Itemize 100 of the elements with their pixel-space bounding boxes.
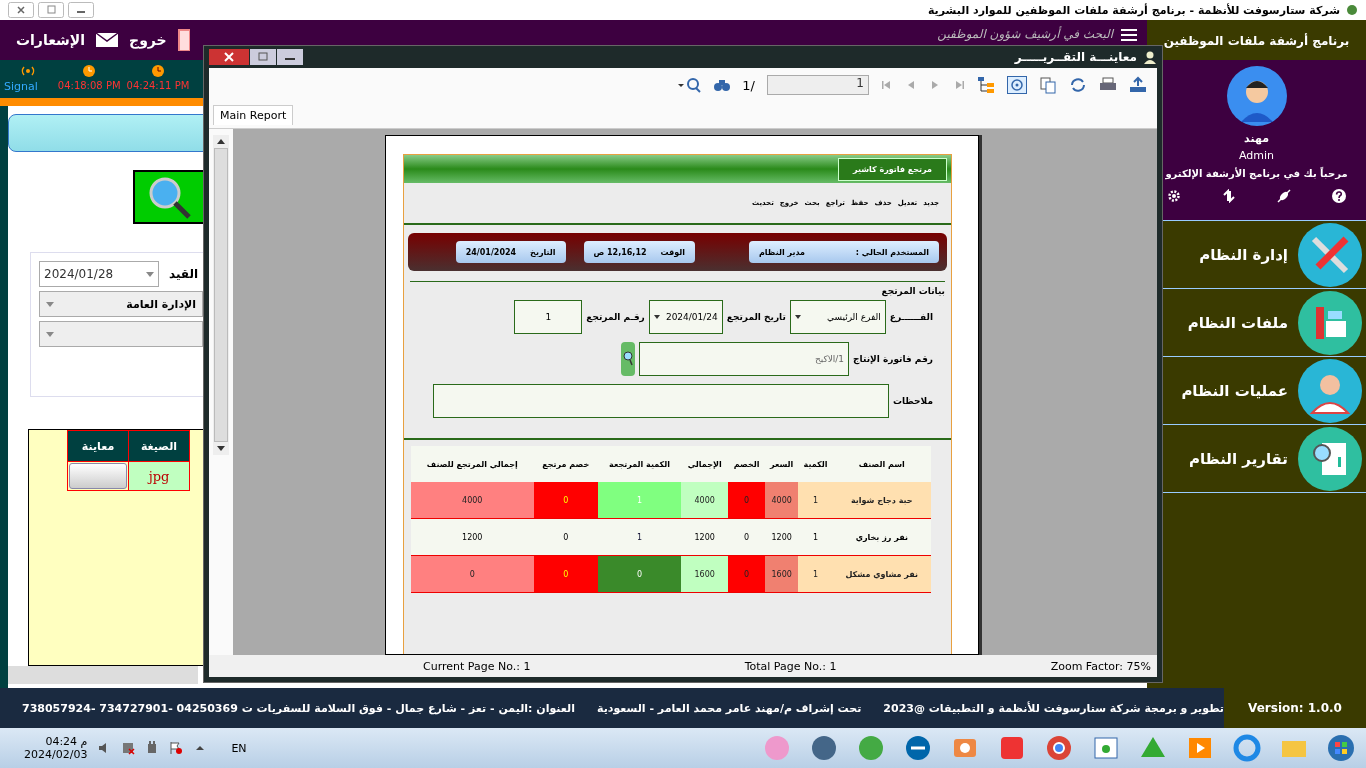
table-cell: 1200 xyxy=(411,518,534,556)
binoculars-icon[interactable] xyxy=(714,78,731,92)
user-icon xyxy=(1143,50,1157,64)
table-cell: 0 xyxy=(728,555,765,593)
form-title: مرتجع فاتورة كاشير xyxy=(837,157,947,181)
date-field[interactable]: 2024/01/28 xyxy=(39,261,159,287)
table-cell: 0 xyxy=(728,482,765,519)
language-indicator[interactable]: EN xyxy=(231,741,247,755)
notes-label: ملاحظات xyxy=(892,396,933,406)
column-header: الكمية xyxy=(798,446,833,482)
table-cell: 4000 xyxy=(764,482,799,519)
tree-icon[interactable] xyxy=(977,76,995,94)
window-title: شركة ستارسوفت للأنظمة - برنامج أرشفة ملفات الموظفين للموارد البشرية xyxy=(927,3,1340,17)
table-cell: نفر رز بخاري xyxy=(832,518,931,556)
table-cell: نفر مشاوي مشكل xyxy=(832,555,931,593)
return-number-label: رقـم المرتجع xyxy=(586,312,645,322)
settings-icon[interactable] xyxy=(1166,189,1181,203)
export-icon[interactable] xyxy=(1129,76,1147,94)
plug-icon[interactable] xyxy=(1277,189,1292,203)
column-header: خصم مرتجع xyxy=(533,446,598,482)
start-button[interactable] xyxy=(1326,733,1356,763)
date-label: القيد xyxy=(169,267,199,281)
column-header: الخصم xyxy=(728,446,765,482)
envelope-icon[interactable] xyxy=(95,32,120,48)
column-header: اسم الصنف xyxy=(832,446,931,482)
exit-link[interactable]: خروج xyxy=(129,32,167,48)
menu-icon[interactable] xyxy=(1121,29,1137,41)
total-pages-label: Total Page No.: 1 xyxy=(744,659,837,673)
table-cell: 4000 xyxy=(411,482,534,519)
table-cell: 1 xyxy=(798,518,833,556)
branch-label: الفــــــرع xyxy=(889,312,933,322)
table-cell: 0 xyxy=(533,482,598,519)
page-title: البحث في أرشيف شؤون الموظفين xyxy=(936,25,1115,41)
table-cell: 1 xyxy=(598,482,681,519)
user-box: المستخدم الحالي : مدير النظام xyxy=(749,241,939,263)
table-cell: 0 xyxy=(598,555,681,593)
menu-item[interactable]: إدارة النظام xyxy=(1199,222,1362,287)
menu-item[interactable]: ملفات النظام xyxy=(1187,290,1362,355)
table-cell: 1 xyxy=(598,518,681,556)
refresh-icon[interactable] xyxy=(1221,189,1236,203)
column-header: الكمية المرتجعة xyxy=(598,446,681,482)
door-icon[interactable] xyxy=(176,28,191,52)
table-cell: حبة دجاج شواية xyxy=(832,482,931,519)
page-input[interactable]: 1 xyxy=(767,75,869,95)
table-cell: 1 xyxy=(798,555,833,593)
column-header: السعر xyxy=(764,446,799,482)
column-header: الإجمالي xyxy=(681,446,729,482)
browser-icon[interactable] xyxy=(1044,733,1074,763)
return-date-label: تاريخ المرتجع xyxy=(726,312,786,322)
table-cell: 0 xyxy=(728,518,765,556)
table-cell: 4000 xyxy=(681,482,729,519)
column-header: الصيغة xyxy=(128,430,190,462)
notifications-link[interactable]: الإشعارات xyxy=(16,32,86,48)
table-cell: jpg xyxy=(128,461,190,491)
credits-text: تطوير و برمجة شركة ستارسوفت للأنظمة و التطبيقات @2023 xyxy=(883,701,1224,715)
table-cell: 1600 xyxy=(681,555,729,593)
time-label: 04:24:11 PM xyxy=(126,80,190,91)
avatar-icon xyxy=(1226,66,1287,126)
section-title: بيانات المرتجع xyxy=(881,286,945,296)
help-icon[interactable] xyxy=(1332,189,1347,203)
search-button[interactable] xyxy=(621,342,636,376)
column-header: إجمالي المرتجع للصنف xyxy=(411,446,534,482)
color-swatch-icon xyxy=(1298,290,1362,355)
department-dropdown[interactable]: الإدارة العامة xyxy=(39,291,203,317)
time-box: الوقت 12,16,12 ص xyxy=(583,241,695,263)
invoice-field[interactable]: 1/الاكبح xyxy=(639,342,850,376)
return-date-field[interactable]: 2024/01/24 xyxy=(648,300,723,334)
scrollbar[interactable] xyxy=(8,666,198,684)
column-header: معاينة xyxy=(67,430,129,462)
close-button[interactable] xyxy=(209,49,249,65)
app-name: برنامج أرشفة ملفات الموظفين xyxy=(1147,20,1366,60)
signal-label: Signal xyxy=(4,80,38,93)
minimize-icon[interactable] xyxy=(68,2,94,18)
minimize-button[interactable] xyxy=(277,49,303,65)
time-label: 04:18:08 PM xyxy=(57,80,121,91)
scrollbar[interactable] xyxy=(213,135,229,455)
flag-icon[interactable] xyxy=(169,741,184,755)
copy-icon[interactable] xyxy=(1039,76,1057,94)
table-cell: 0 xyxy=(411,555,534,593)
contact-text: العنوان :اليمن - تعز - شارع جمال - فوق السلامة للسفريات ت 04250369 -734727901 -738057924 xyxy=(22,701,575,715)
user-role: Admin xyxy=(1238,149,1275,162)
welcome-text: مرحباً بك في برنامج الأرشفة الإلكترو xyxy=(1165,168,1348,179)
network-icon[interactable] xyxy=(121,741,136,755)
close-icon[interactable] xyxy=(8,2,34,18)
preview-button[interactable] xyxy=(69,463,127,489)
report-tab[interactable]: Main Report xyxy=(213,105,294,125)
report-icon xyxy=(1298,426,1362,491)
page-label: 1/ xyxy=(742,77,755,93)
zoom-icon[interactable] xyxy=(678,77,703,93)
clock-icon xyxy=(150,64,165,78)
table-cell: 0 xyxy=(533,518,598,556)
current-page-label: Current Page No.: 1 xyxy=(423,659,531,673)
signal-icon xyxy=(19,64,36,78)
table-cell: 1 xyxy=(798,482,833,519)
notes-field[interactable] xyxy=(432,384,889,418)
branch-dropdown[interactable]: الفرع الرئيسي xyxy=(789,300,886,334)
menu-item[interactable]: عمليات النظام xyxy=(1181,358,1362,423)
return-number-field[interactable]: 1 xyxy=(514,300,583,334)
menu-item[interactable]: تقارير النظام xyxy=(1188,426,1362,491)
version-label: Version: 1.0.0 xyxy=(1224,688,1366,728)
